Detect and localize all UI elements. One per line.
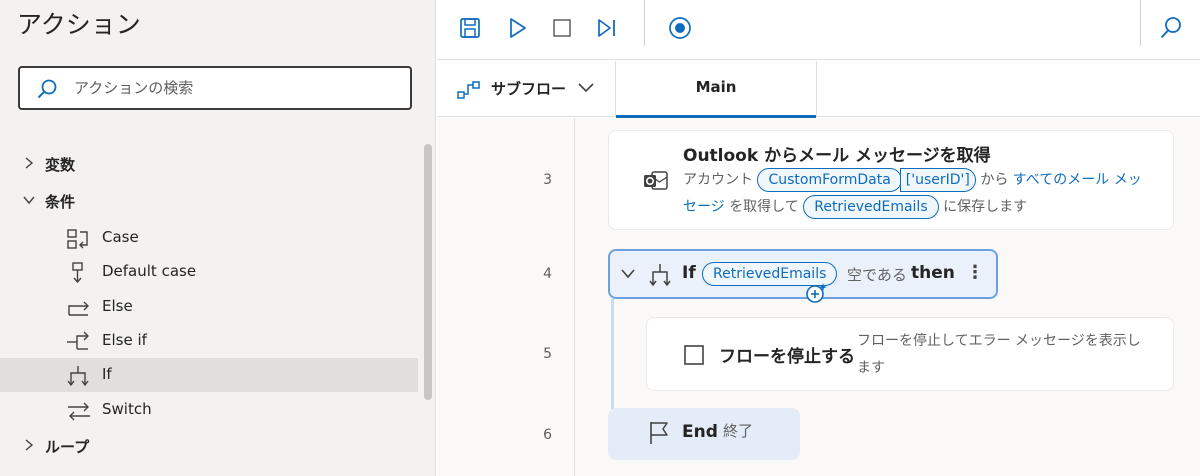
actions-pane: アクション 変数 条件 [0, 0, 436, 476]
tree-category-variables[interactable]: 変数 [0, 147, 418, 181]
run-next-action-button[interactable] [589, 10, 625, 46]
tree-item-default-case[interactable]: Default case [0, 255, 418, 289]
default-case-icon [72, 262, 83, 284]
run-icon [510, 18, 526, 38]
variable-token-index[interactable]: ['userID'] [899, 168, 976, 192]
stop-icon [553, 19, 571, 37]
switch-icon [68, 402, 90, 421]
desc-text: を取得して [729, 199, 799, 215]
variable-token[interactable]: RetrievedEmails [803, 195, 939, 219]
if-icon [649, 264, 671, 287]
toolbar-separator [644, 0, 645, 46]
action-search-box[interactable] [18, 66, 412, 110]
run-button[interactable] [499, 10, 535, 46]
tab-main-label: Main [695, 78, 737, 96]
tree-category-label: 変数 [45, 156, 76, 174]
if-keyword: If [682, 263, 696, 283]
line-number: 5 [543, 346, 552, 362]
run-next-action-icon [598, 19, 615, 37]
if-branch-line [611, 299, 614, 409]
search-icon [37, 79, 57, 99]
end-label: 終了 [723, 422, 754, 440]
chevron-down-icon[interactable] [620, 267, 636, 281]
chevron-right-icon [25, 439, 34, 451]
tree-category-label: 条件 [45, 193, 76, 211]
end-keyword: End [682, 422, 718, 442]
save-button[interactable] [452, 10, 488, 46]
actions-pane-title: アクション [17, 10, 141, 39]
tree-item-label: Else [102, 297, 133, 315]
search-flow-button[interactable] [1153, 10, 1189, 46]
subflow-icon [457, 81, 480, 99]
action-description: アカウント CustomFormData ['userID'] から すべてのメー… [683, 167, 1153, 221]
save-icon [460, 18, 480, 38]
action-if[interactable]: If RetrievedEmails 空である then ⋮ [608, 249, 998, 299]
flag-icon [650, 422, 668, 444]
chevron-down-icon [23, 196, 35, 205]
chevron-right-icon [25, 157, 34, 169]
outlook-icon [644, 171, 668, 190]
tree-category-loops[interactable]: ループ [0, 429, 418, 463]
variable-token[interactable]: CustomFormData [757, 168, 902, 192]
then-keyword: then [911, 263, 955, 283]
tree-item-label: If [102, 365, 112, 383]
tab-main[interactable]: Main [615, 61, 817, 118]
flow-canvas: 3 4 5 6 Outlook からメール メッセージを取得 アカウント Cus… [437, 118, 1200, 476]
line-number: 3 [543, 172, 552, 188]
power-automate-designer: アクション 変数 条件 [0, 0, 1200, 476]
record-icon [669, 17, 691, 39]
tree-item-label: Default case [102, 262, 197, 280]
tree-item-if[interactable]: If [0, 358, 418, 392]
line-number: 6 [543, 427, 552, 443]
line-number-gutter: 3 4 5 6 [437, 118, 575, 476]
subflow-label: サブフロー [491, 80, 567, 98]
flow-actions-area: Outlook からメール メッセージを取得 アカウント CustomFormD… [576, 118, 1200, 476]
tree-category-label: ループ [45, 438, 90, 456]
action-title: Outlook からメール メッセージを取得 [683, 146, 991, 166]
designer-toolbar [437, 0, 1200, 60]
action-end[interactable]: End 終了 [608, 408, 800, 460]
line-number: 4 [543, 266, 552, 282]
tree-item-switch[interactable]: Switch [0, 393, 418, 427]
if-icon [67, 366, 89, 387]
action-title: フローを停止する [719, 347, 855, 367]
stop-flow-icon [684, 345, 704, 365]
desc-text: から [980, 172, 1009, 188]
if-condition-text: 空である [847, 266, 907, 284]
tree-item-else[interactable]: Else [0, 290, 418, 324]
flow-tab-strip: サブフロー Main [437, 61, 1200, 118]
subflow-dropdown[interactable]: サブフロー [437, 61, 615, 117]
toolbar-separator [1140, 0, 1141, 46]
desc-text: に保存します [943, 199, 1028, 215]
stop-button[interactable] [544, 10, 580, 46]
action-search-input[interactable] [74, 75, 394, 101]
tree-item-label: Case [102, 228, 139, 246]
tree-item-label: Else if [102, 331, 147, 349]
tree-item-case[interactable]: Case [0, 221, 418, 255]
actions-pane-scrollbar[interactable] [424, 144, 432, 400]
case-icon [67, 229, 88, 249]
add-action-icon[interactable] [805, 282, 827, 304]
record-button[interactable] [662, 10, 698, 46]
else-icon [68, 301, 89, 316]
chevron-down-icon [578, 83, 594, 93]
tree-category-conditionals[interactable]: 条件 [0, 184, 418, 218]
desc-text: アカウント [683, 172, 753, 188]
action-stop-flow[interactable]: フローを停止する フローを停止してエラー メッセージを表示します [646, 317, 1174, 391]
search-icon [1160, 17, 1181, 39]
action-get-outlook-emails[interactable]: Outlook からメール メッセージを取得 アカウント CustomFormD… [608, 130, 1174, 230]
action-description: フローを停止してエラー メッセージを表示します [857, 333, 1141, 376]
tree-item-else-if[interactable]: Else if [0, 324, 418, 358]
else-if-icon [67, 331, 89, 350]
tree-item-label: Switch [102, 400, 152, 418]
more-options-icon[interactable]: ⋮ [966, 262, 984, 283]
